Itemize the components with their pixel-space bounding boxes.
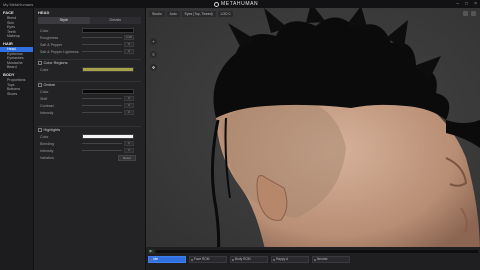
nav-section-body: BODY [3, 71, 15, 77]
viewport-chip[interactable]: Eyes (Top, Tweed) [181, 11, 216, 17]
properties-panel: HEAD Style Details Color Roughness 1.00 … [34, 8, 146, 270]
animation-happy-a[interactable]: Happy A [271, 256, 309, 263]
viewport-chip[interactable]: LOD 0 [217, 11, 234, 17]
close-icon[interactable]: × [474, 1, 477, 7]
salt-pepper-label: Salt & Pepper [40, 42, 63, 47]
ombre-shift-value[interactable]: 0 [124, 96, 134, 101]
color-regions-color-row: Color [38, 66, 141, 73]
logo-text: METAHUMAN [221, 1, 259, 7]
nav-section-hair: HAIR [3, 40, 13, 46]
variation-reset-button[interactable]: Reset [118, 154, 136, 161]
animation-neutral[interactable]: Neutral [312, 256, 350, 263]
maximize-icon[interactable]: □ [465, 1, 468, 7]
highlights-section[interactable]: Highlights [38, 126, 141, 132]
color-regions-checkbox[interactable] [38, 61, 42, 65]
animation-presets: Idle Face ROM Body ROM Happy A Neutral [148, 256, 350, 263]
ombre-checkbox[interactable] [38, 83, 42, 87]
roughness-slider[interactable] [82, 37, 122, 38]
color-label: Color [40, 28, 49, 33]
highlights-intensity-label: Intensity [40, 148, 54, 153]
move-icon[interactable]: ✥ [150, 64, 157, 71]
highlights-variation-label: Variation [40, 155, 54, 160]
settings-icon[interactable] [471, 11, 476, 16]
bottom-bar: ▶ Idle Face ROM Body ROM Happy A Neutral [146, 247, 480, 270]
metahuman-logo: METAHUMAN [214, 1, 258, 7]
ombre-contrast-slider[interactable] [82, 105, 122, 106]
highlights-blending-label: Blending [40, 141, 54, 146]
highlights-title: Highlights [43, 128, 61, 132]
roughness-row: Roughness 1.00 [38, 34, 141, 41]
salt-pepper-lightness-row: Salt & Pepper Lightness 0 [38, 48, 141, 55]
ombre-title: Ombre [43, 83, 56, 87]
salt-pepper-lightness-value[interactable]: 0 [124, 49, 134, 54]
app-title: My MetaHumans [3, 1, 34, 7]
timeline-track[interactable] [156, 249, 478, 253]
window-controls: – □ × [456, 1, 477, 7]
animation-body-rom[interactable]: Body ROM [230, 256, 268, 263]
panel-title: HEAD [38, 10, 50, 15]
ombre-contrast-value[interactable]: 0 [124, 103, 134, 108]
color-swatch[interactable] [82, 28, 134, 33]
salt-pepper-row: Salt & Pepper 0 [38, 41, 141, 48]
ombre-intensity-label: Intensity [40, 110, 54, 115]
panel-tabs: Style Details [38, 17, 141, 24]
viewport-right-icons [463, 11, 476, 16]
ombre-shift-slider[interactable] [82, 98, 122, 99]
highlights-blending-slider[interactable] [82, 143, 122, 144]
highlights-checkbox[interactable] [38, 128, 42, 132]
animation-idle[interactable]: Idle [148, 256, 186, 263]
salt-pepper-slider[interactable] [82, 44, 122, 45]
highlights-intensity-value[interactable]: 0 [124, 148, 134, 153]
ombre-color-label: Color [40, 89, 49, 94]
roughness-label: Roughness [40, 35, 59, 40]
viewport-chip[interactable]: Studio [149, 11, 165, 17]
highlights-blending-row: Blending 0 [38, 140, 141, 147]
color-regions-section[interactable]: Color Regions [38, 59, 141, 65]
animation-face-rom[interactable]: Face ROM [189, 256, 227, 263]
nav-section-face: FACE [3, 10, 14, 15]
ombre-contrast-label: Contrast [40, 103, 54, 108]
ombre-section[interactable]: Ombre [38, 81, 141, 87]
color-regions-title: Color Regions [43, 61, 68, 65]
color-row: Color [38, 27, 141, 34]
ombre-shift-row: Shift 0 [38, 95, 141, 102]
minimize-icon[interactable]: – [456, 1, 459, 7]
highlights-color-row: Color [38, 133, 141, 140]
tab-details[interactable]: Details [89, 17, 141, 24]
ombre-intensity-value[interactable]: 0 [124, 110, 134, 115]
viewport[interactable]: Studio Auto Eyes (Top, Tweed) LOD 0 + ≡ ✥ [146, 8, 480, 254]
ombre-intensity-slider[interactable] [82, 112, 122, 113]
ombre-contrast-row: Contrast 0 [38, 102, 141, 109]
color-regions-color-label: Color [40, 67, 49, 72]
tab-style[interactable]: Style [38, 17, 90, 24]
nav-item-shoes[interactable]: Shoes [0, 92, 33, 97]
ombre-swatch[interactable] [82, 89, 134, 94]
timeline: ▶ [148, 248, 478, 254]
logo-mark-icon [214, 1, 219, 7]
viewport-toolbar: Studio Auto Eyes (Top, Tweed) LOD 0 [149, 11, 234, 17]
highlights-intensity-slider[interactable] [82, 150, 122, 151]
highlights-blending-value[interactable]: 0 [124, 141, 134, 146]
salt-pepper-lightness-label: Salt & Pepper Lightness [40, 49, 79, 54]
title-bar: My MetaHumans METAHUMAN – □ × [0, 0, 480, 8]
highlights-variation-row: Variation Reset [38, 154, 141, 161]
viewport-tools: + ≡ ✥ [150, 38, 157, 71]
highlights-intensity-row: Intensity 0 [38, 147, 141, 154]
zoom-icon[interactable]: + [150, 38, 157, 45]
roughness-value[interactable]: 1.00 [124, 35, 134, 40]
left-nav: FACE Blend Skin Eyes Teeth Makeup HAIR Head Eyeb… [0, 8, 34, 270]
salt-pepper-lightness-slider[interactable] [82, 51, 122, 52]
highlights-swatch[interactable] [82, 134, 134, 139]
ombre-shift-label: Shift [40, 96, 48, 101]
ombre-intensity-row: Intensity 0 [38, 109, 141, 116]
play-icon[interactable]: ▶ [148, 248, 154, 254]
salt-pepper-value[interactable]: 0 [124, 42, 134, 47]
color-regions-swatch[interactable] [82, 67, 134, 72]
camera-icon[interactable] [463, 11, 468, 16]
character-render [146, 8, 480, 254]
menu-icon[interactable]: ≡ [150, 51, 157, 58]
highlights-color-label: Color [40, 134, 49, 139]
ombre-color-row: Color [38, 88, 141, 95]
viewport-chip[interactable]: Auto [166, 11, 180, 17]
